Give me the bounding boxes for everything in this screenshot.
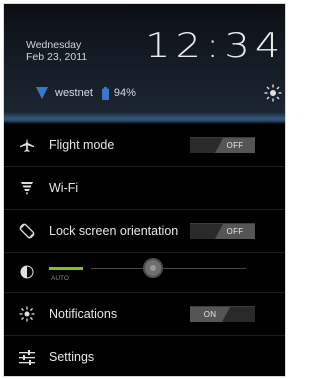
settings-row[interactable]: Settings xyxy=(4,336,285,376)
airplane-icon xyxy=(20,138,34,152)
battery-percent: 94% xyxy=(113,87,136,99)
clock: 12:34 xyxy=(145,26,286,66)
brightness-icon[interactable] xyxy=(264,84,282,102)
brightness-row: AUTO xyxy=(4,253,285,293)
notifications-row[interactable]: Notifications ON xyxy=(4,293,285,336)
status-header: Wednesday Feb 23, 2011 12:34 westnet 94% xyxy=(4,4,285,122)
settings-label: Settings xyxy=(49,350,95,364)
lock-orientation-toggle-state: OFF xyxy=(215,224,255,239)
quick-settings-list: Flight mode OFF Wi-Fi Lock screen orient… xyxy=(4,124,285,376)
quick-settings-panel: Wednesday Feb 23, 2011 12:34 westnet 94% xyxy=(3,3,286,377)
auto-brightness-label[interactable]: AUTO xyxy=(51,275,69,282)
wifi-label: Wi-Fi xyxy=(49,181,79,195)
day-text: Wednesday xyxy=(26,39,82,51)
screen-rotation-icon xyxy=(19,223,35,239)
notifications-toggle-state: ON xyxy=(190,307,230,322)
flight-mode-toggle[interactable]: OFF xyxy=(190,137,255,153)
auto-brightness-indicator[interactable] xyxy=(49,267,83,270)
notifications-label: Notifications xyxy=(49,307,118,321)
settings-sliders-icon xyxy=(19,350,35,365)
network-status: westnet 94% xyxy=(36,85,136,101)
flight-mode-row[interactable]: Flight mode OFF xyxy=(4,124,285,167)
flight-mode-label: Flight mode xyxy=(49,138,115,152)
notifications-icon xyxy=(19,306,35,322)
flight-mode-toggle-state: OFF xyxy=(215,138,255,153)
lock-orientation-toggle[interactable]: OFF xyxy=(190,223,255,239)
header-divider-glow xyxy=(4,112,285,124)
wifi-row[interactable]: Wi-Fi xyxy=(4,167,285,210)
date-text: Feb 23, 2011 xyxy=(26,51,88,63)
brightness-icon xyxy=(20,265,34,279)
notifications-toggle[interactable]: ON xyxy=(190,306,255,322)
brightness-slider-track[interactable] xyxy=(91,268,246,269)
network-name: westnet xyxy=(55,87,93,99)
lock-orientation-row[interactable]: Lock screen orientation OFF xyxy=(4,210,285,253)
signal-icon xyxy=(36,87,48,99)
battery-icon xyxy=(101,86,109,100)
lock-orientation-label: Lock screen orientation xyxy=(49,224,179,238)
brightness-slider-thumb[interactable] xyxy=(143,258,163,278)
wifi-icon xyxy=(21,182,33,195)
date-display: Wednesday Feb 23, 2011 xyxy=(26,39,87,63)
